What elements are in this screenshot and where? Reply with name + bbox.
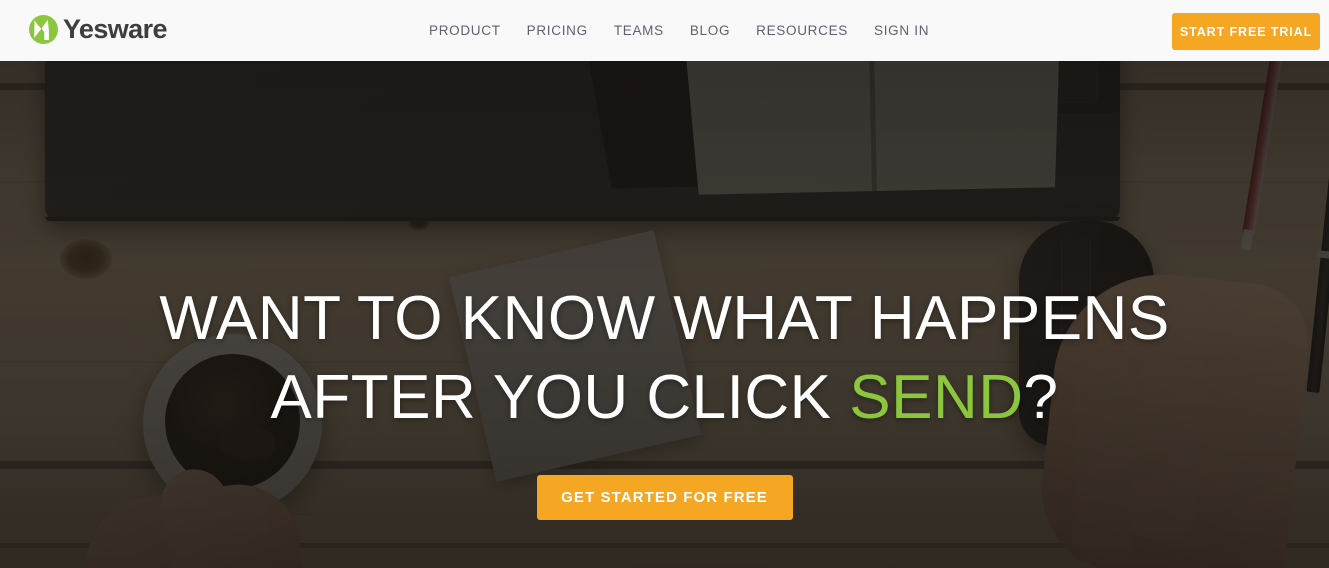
logo-text: Yesware bbox=[63, 14, 168, 44]
yesware-leaf-icon bbox=[28, 14, 59, 45]
nav-item-blog[interactable]: BLOG bbox=[690, 0, 730, 61]
main-navigation: PRODUCT PRICING TEAMS BLOG RESOURCES SIG… bbox=[429, 0, 929, 61]
hero-headline-line-2-suffix: ? bbox=[1023, 363, 1059, 433]
logo-link[interactable]: Yesware bbox=[28, 14, 168, 45]
hero-headline-line-2-prefix: AFTER YOU CLICK bbox=[270, 363, 850, 433]
nav-item-product[interactable]: PRODUCT bbox=[429, 0, 501, 61]
nav-item-sign-in[interactable]: SIGN IN bbox=[874, 0, 929, 61]
nav-item-teams[interactable]: TEAMS bbox=[614, 0, 664, 61]
get-started-for-free-button[interactable]: GET STARTED FOR FREE bbox=[536, 474, 793, 520]
hero-section: WANT TO KNOW WHAT HAPPENS AFTER YOU CLIC… bbox=[0, 61, 1329, 568]
hero-content: WANT TO KNOW WHAT HAPPENS AFTER YOU CLIC… bbox=[0, 61, 1329, 568]
site-header: Yesware PRODUCT PRICING TEAMS BLOG RESOU… bbox=[0, 0, 1329, 61]
nav-item-resources[interactable]: RESOURCES bbox=[756, 0, 848, 61]
start-free-trial-button[interactable]: START FREE TRIAL bbox=[1172, 13, 1320, 50]
hero-headline: WANT TO KNOW WHAT HAPPENS AFTER YOU CLIC… bbox=[159, 279, 1169, 438]
hero-headline-accent-send: SEND bbox=[849, 363, 1024, 433]
nav-item-pricing[interactable]: PRICING bbox=[527, 0, 588, 61]
hero-headline-line-1: WANT TO KNOW WHAT HAPPENS bbox=[159, 284, 1170, 353]
